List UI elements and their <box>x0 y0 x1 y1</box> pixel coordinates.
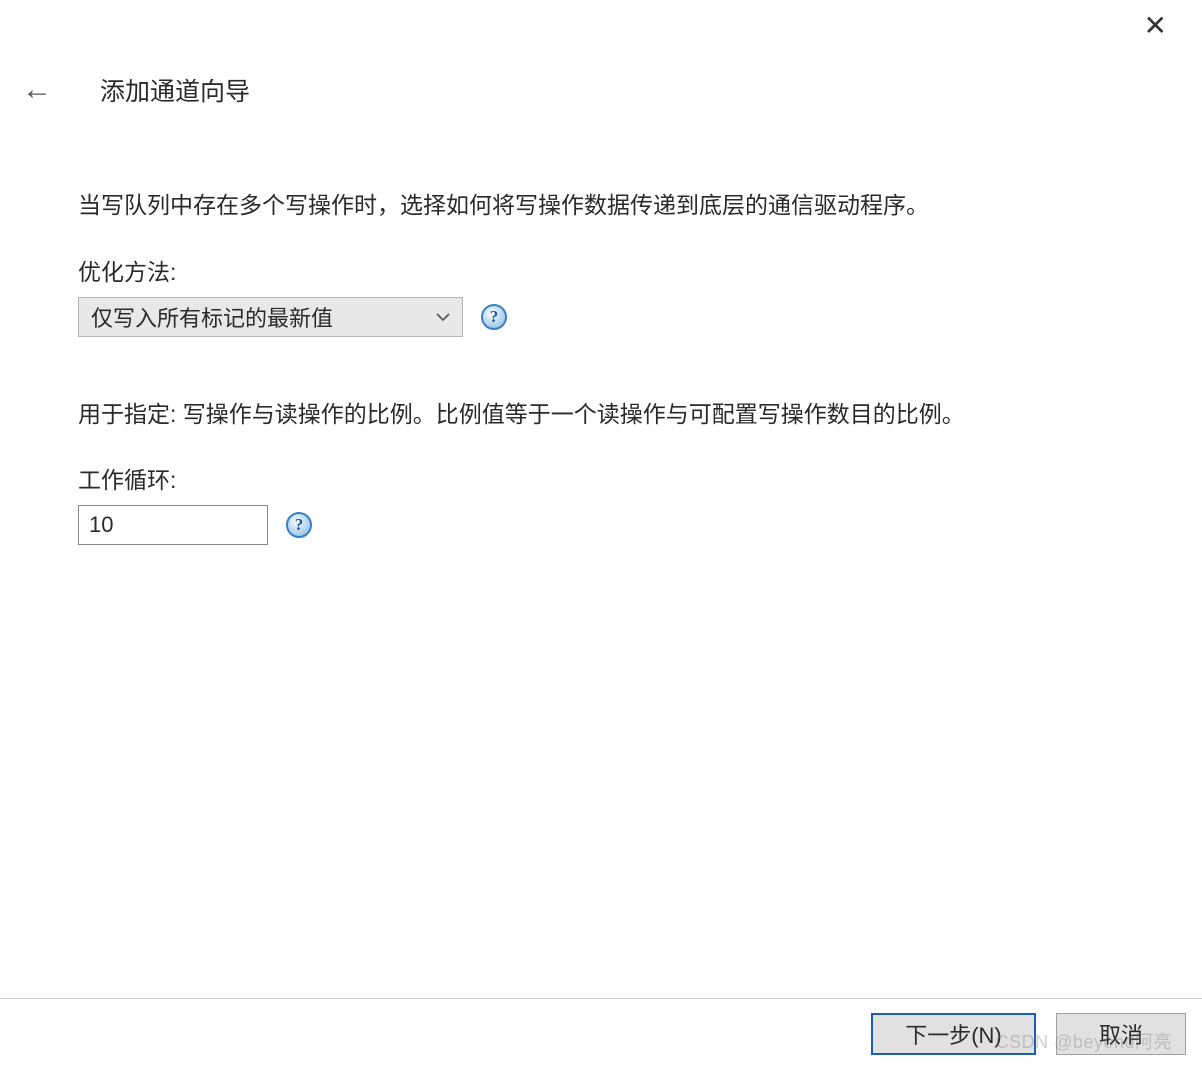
wizard-content: 当写队列中存在多个写操作时，选择如何将写操作数据传递到底层的通信驱动程序。 优化… <box>78 188 1142 605</box>
duty-cycle-description: 用于指定: 写操作与读操作的比例。比例值等于一个读操作与可配置写操作数目的比例。 <box>78 397 1142 432</box>
wizard-header: ← 添加通道向导 <box>22 72 250 108</box>
next-button[interactable]: 下一步(N) <box>871 1013 1036 1055</box>
page-title: 添加通道向导 <box>100 72 250 108</box>
optimization-dropdown-value: 仅写入所有标记的最新值 <box>91 301 436 333</box>
duty-cycle-input[interactable] <box>78 505 268 545</box>
duty-cycle-row: ? <box>78 505 1142 545</box>
cancel-button[interactable]: 取消 <box>1056 1013 1186 1055</box>
duty-cycle-label: 工作循环: <box>78 461 1142 495</box>
optimization-description: 当写队列中存在多个写操作时，选择如何将写操作数据传递到底层的通信驱动程序。 <box>78 188 1142 223</box>
back-arrow-icon[interactable]: ← <box>22 73 52 107</box>
close-icon[interactable]: ✕ <box>1144 12 1167 40</box>
optimization-dropdown[interactable]: 仅写入所有标记的最新值 <box>78 297 463 337</box>
chevron-down-icon <box>436 309 450 325</box>
help-icon[interactable]: ? <box>286 512 312 538</box>
optimization-label: 优化方法: <box>78 253 1142 287</box>
optimization-row: 仅写入所有标记的最新值 ? <box>78 297 1142 337</box>
help-icon[interactable]: ? <box>481 304 507 330</box>
wizard-footer: 下一步(N) 取消 <box>0 998 1202 1078</box>
